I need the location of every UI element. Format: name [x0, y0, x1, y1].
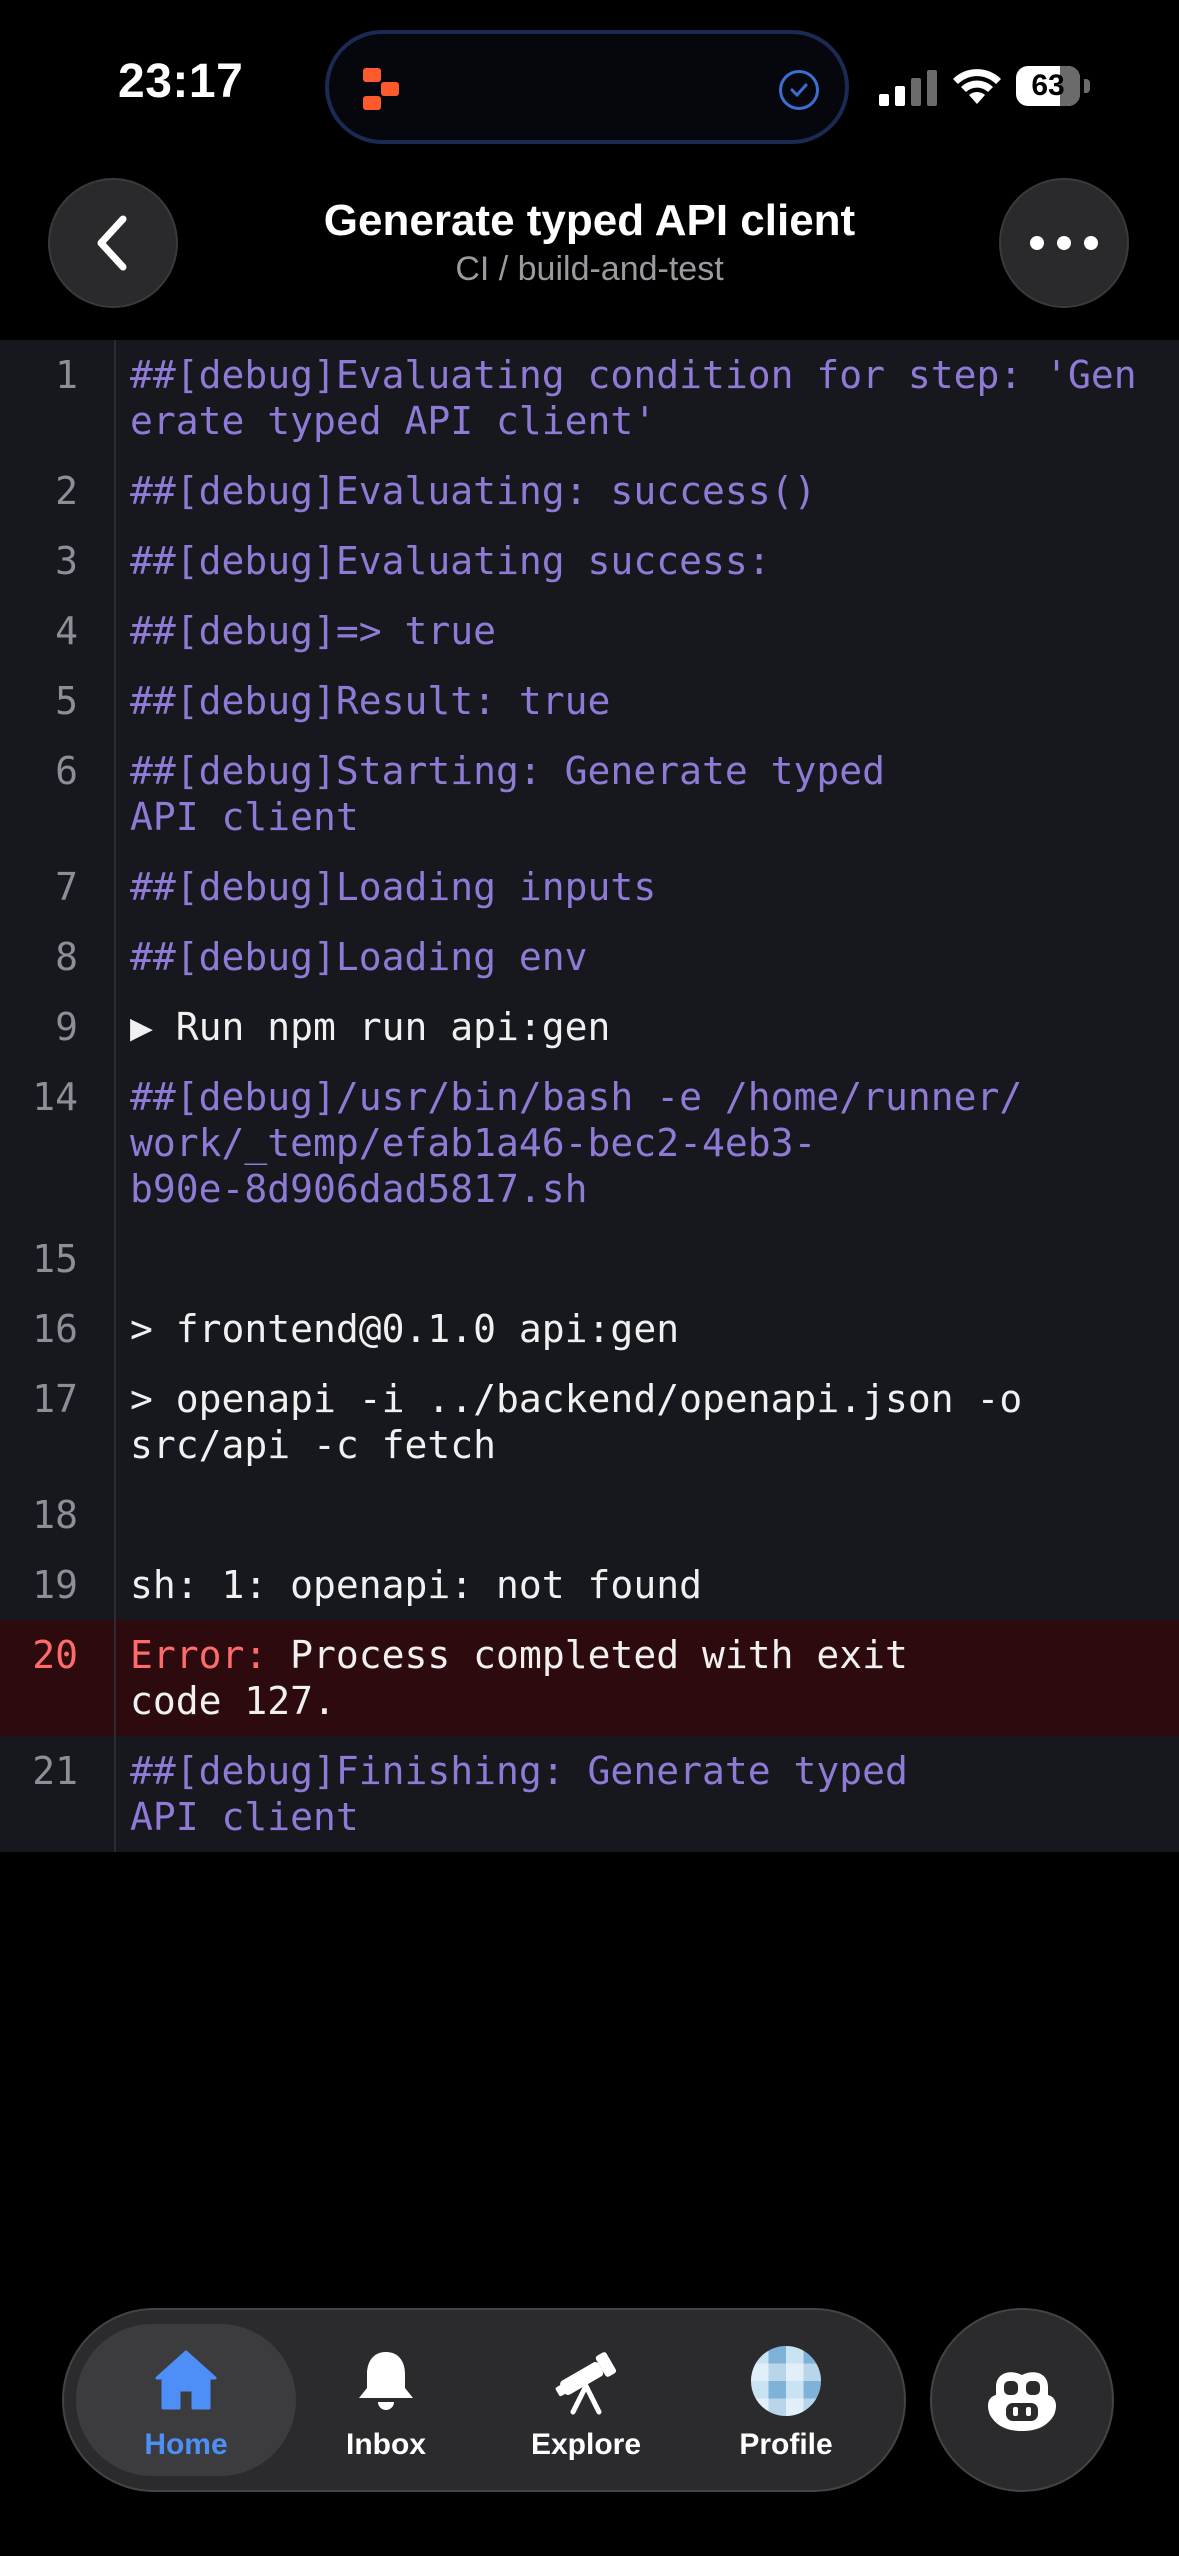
line-text: ##[debug]Result: true — [130, 679, 611, 723]
cellular-signal-icon — [879, 70, 937, 106]
log-line[interactable]: 16 > frontend@0.1.0 api:gen — [0, 1294, 1179, 1364]
telescope-icon — [555, 2352, 617, 2415]
log-line[interactable]: 1 ##[debug]Evaluating condition for step:… — [0, 340, 1179, 456]
app-logo-icon — [363, 68, 399, 110]
breadcrumb: CI / build-and-test — [455, 250, 724, 288]
line-number: 1 — [0, 340, 116, 456]
log-line[interactable]: 3 ##[debug]Evaluating success: — [0, 526, 1179, 596]
line-number: 16 — [0, 1294, 116, 1364]
line-number: 17 — [0, 1364, 116, 1480]
log-line[interactable]: 21 ##[debug]Finishing: Generate typed API… — [0, 1736, 1179, 1852]
line-text: ##[debug]=> true — [130, 609, 497, 653]
line-number: 5 — [0, 666, 116, 736]
line-text — [116, 1224, 1179, 1294]
line-number: 9 — [0, 992, 116, 1062]
log-line[interactable]: 18 — [0, 1480, 1179, 1550]
log-line[interactable]: 14 ##[debug]/usr/bin/bash -e /home/runner… — [0, 1062, 1179, 1224]
line-text: Error: Process completed with exit code … — [116, 1620, 1179, 1736]
log-line[interactable]: 15 — [0, 1224, 1179, 1294]
check-icon — [779, 70, 819, 110]
line-number: 2 — [0, 456, 116, 526]
line-number: 4 — [0, 596, 116, 666]
log-line-error[interactable]: 20 Error: Process completed with exit cod… — [0, 1620, 1179, 1736]
line-number: 20 — [0, 1620, 116, 1736]
tab-profile-label: Profile — [739, 2428, 833, 2461]
log-line[interactable]: 6 ##[debug]Starting: Generate typed API c… — [0, 736, 1179, 852]
tab-explore-label: Explore — [530, 2428, 642, 2461]
line-number: 14 — [0, 1062, 116, 1224]
log-line[interactable]: 9 ▶ Run npm run api:gen — [0, 992, 1179, 1062]
copilot-button[interactable] — [930, 2308, 1114, 2492]
status-time: 23:17 — [118, 55, 244, 108]
tab-home-label: Home — [144, 2428, 228, 2461]
line-number: 18 — [0, 1480, 116, 1550]
line-number: 3 — [0, 526, 116, 596]
log-line[interactable]: 8 ##[debug]Loading env — [0, 922, 1179, 992]
battery-level: 63 — [1031, 69, 1065, 102]
line-text: ##[debug]Finishing: Generate typed API c… — [130, 1749, 908, 1839]
line-text — [116, 1480, 1179, 1550]
line-text: ##[debug]Evaluating: success() — [130, 469, 817, 513]
page-title: Generate typed API client — [323, 196, 856, 245]
line-number: 6 — [0, 736, 116, 852]
dynamic-island[interactable] — [325, 30, 849, 144]
line-text: sh: 1: openapi: not found — [130, 1563, 702, 1607]
line-text: ##[debug]Loading inputs — [130, 865, 657, 909]
log-line[interactable]: 5 ##[debug]Result: true — [0, 666, 1179, 736]
chevron-left-icon — [97, 215, 127, 271]
wifi-icon — [953, 69, 1001, 104]
avatar — [751, 2346, 821, 2416]
line-text: ##[debug]Loading env — [130, 935, 588, 979]
line-text: ##[debug]Evaluating success: — [130, 539, 771, 583]
line-number: 21 — [0, 1736, 116, 1852]
log-line[interactable]: 17 > openapi -i ../backend/openapi.json -… — [0, 1364, 1179, 1480]
line-number: 19 — [0, 1550, 116, 1620]
back-button[interactable] — [48, 178, 178, 308]
tab-profile[interactable]: Profile — [676, 2324, 896, 2476]
tab-bar: Home Inbox Explore Profile — [62, 2308, 906, 2492]
error-label: Error: — [130, 1633, 268, 1677]
tab-inbox[interactable]: Inbox — [276, 2324, 496, 2476]
log-line[interactable]: 19 sh: 1: openapi: not found — [0, 1550, 1179, 1620]
more-options-button[interactable] — [999, 178, 1129, 308]
line-number: 7 — [0, 852, 116, 922]
log-viewer[interactable]: 1 ##[debug]Evaluating condition for step:… — [0, 340, 1179, 1852]
tab-home[interactable]: Home — [76, 2324, 296, 2476]
tab-inbox-label: Inbox — [346, 2428, 426, 2461]
line-text: > openapi -i ../backend/openapi.json -o … — [130, 1377, 1023, 1467]
log-line[interactable]: 2 ##[debug]Evaluating: success() — [0, 456, 1179, 526]
line-text: > frontend@0.1.0 api:gen — [130, 1307, 680, 1351]
tab-explore[interactable]: Explore — [476, 2324, 696, 2476]
log-line[interactable]: 7 ##[debug]Loading inputs — [0, 852, 1179, 922]
line-text: ##[debug]/usr/bin/bash -e /home/runner/ … — [130, 1075, 1023, 1211]
home-icon — [155, 2350, 217, 2410]
line-text: ##[debug]Starting: Generate typed API cl… — [130, 749, 885, 839]
copilot-icon — [988, 2372, 1056, 2431]
ellipsis-icon — [1030, 236, 1098, 250]
bell-icon — [359, 2352, 413, 2410]
line-text: ▶ Run npm run api:gen — [130, 1005, 611, 1049]
line-text: ##[debug]Evaluating condition for step: … — [130, 353, 1137, 443]
line-number: 15 — [0, 1224, 116, 1294]
line-number: 8 — [0, 922, 116, 992]
log-line[interactable]: 4 ##[debug]=> true — [0, 596, 1179, 666]
battery-indicator: 63 — [1016, 66, 1090, 106]
